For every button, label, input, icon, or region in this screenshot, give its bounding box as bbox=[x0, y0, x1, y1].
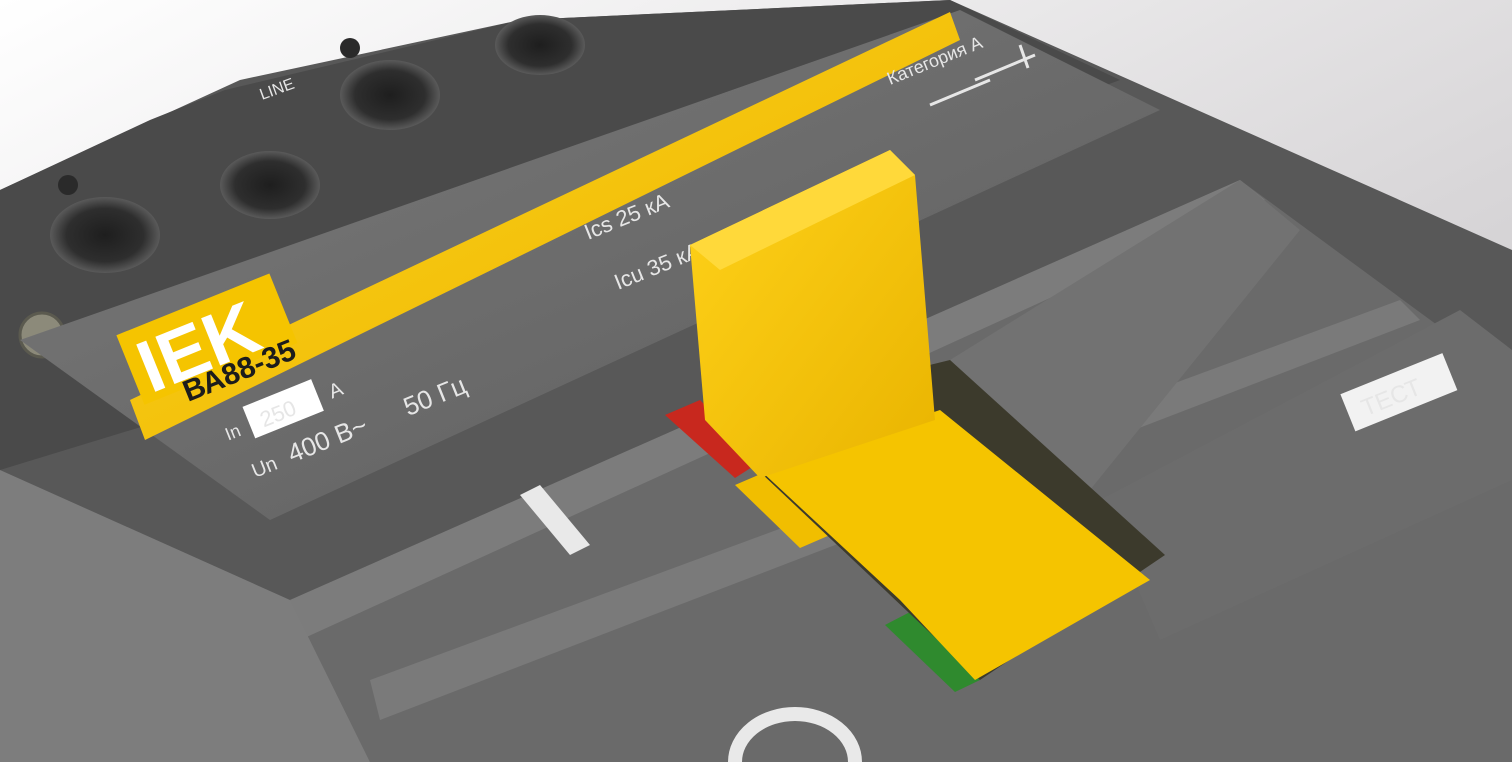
screw-hole bbox=[58, 175, 78, 195]
screw-hole bbox=[340, 38, 360, 58]
photo-circuit-breaker: LINE IEK ВА88-35 In 250 А Un 400 В~ 50 Г… bbox=[0, 0, 1512, 762]
terminal-hole bbox=[50, 197, 160, 273]
terminal-hole bbox=[340, 60, 440, 130]
terminal-hole bbox=[220, 151, 320, 219]
terminal-hole bbox=[495, 15, 585, 75]
breaker-illustration: LINE IEK ВА88-35 In 250 А Un 400 В~ 50 Г… bbox=[0, 0, 1512, 762]
